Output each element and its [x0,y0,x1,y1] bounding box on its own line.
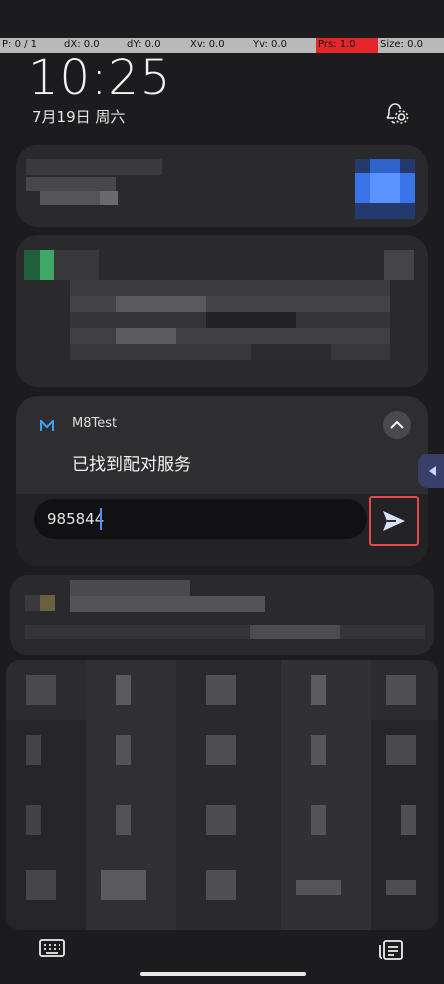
notification-title: 已找到配对服务 [72,455,191,475]
debug-size: Size: 0.0 [380,39,423,50]
reply-input[interactable] [34,499,367,539]
lockscreen-date: 7月19日 周六 [32,108,126,126]
bell-gear-icon[interactable] [383,101,409,127]
home-indicator[interactable] [140,972,306,976]
chevron-left-icon [429,466,436,476]
debug-dx: dX: 0.0 [64,39,100,50]
blurred-notification-3 [10,575,434,655]
debug-yv: Yv: 0.0 [253,39,287,50]
debug-dy: dY: 0.0 [127,39,161,50]
m8test-app-icon [40,417,54,431]
notification-app-name: M8Test [72,416,118,431]
collapse-notification-button[interactable] [383,411,411,439]
chevron-up-icon [390,420,404,429]
debug-pressure: Prs: 1.0 [316,38,378,53]
send-reply-button[interactable] [369,496,419,546]
lockscreen-clock: 10:25 [28,50,172,106]
debug-xv: Xv: 0.0 [190,39,225,50]
text-caret [100,508,102,530]
debug-pointer-count: P: 0 / 1 [2,39,38,50]
keyboard-icon[interactable] [38,937,66,959]
reply-bar [16,494,428,566]
notification-m8test[interactable]: M8Test 已找到配对服务 [16,396,428,566]
blurred-keypad [6,660,438,930]
send-icon [383,511,405,531]
blurred-notification-1 [16,145,428,227]
blurred-notification-2 [16,235,428,387]
side-panel-handle[interactable] [418,454,444,488]
notification-list-icon[interactable] [377,937,405,961]
